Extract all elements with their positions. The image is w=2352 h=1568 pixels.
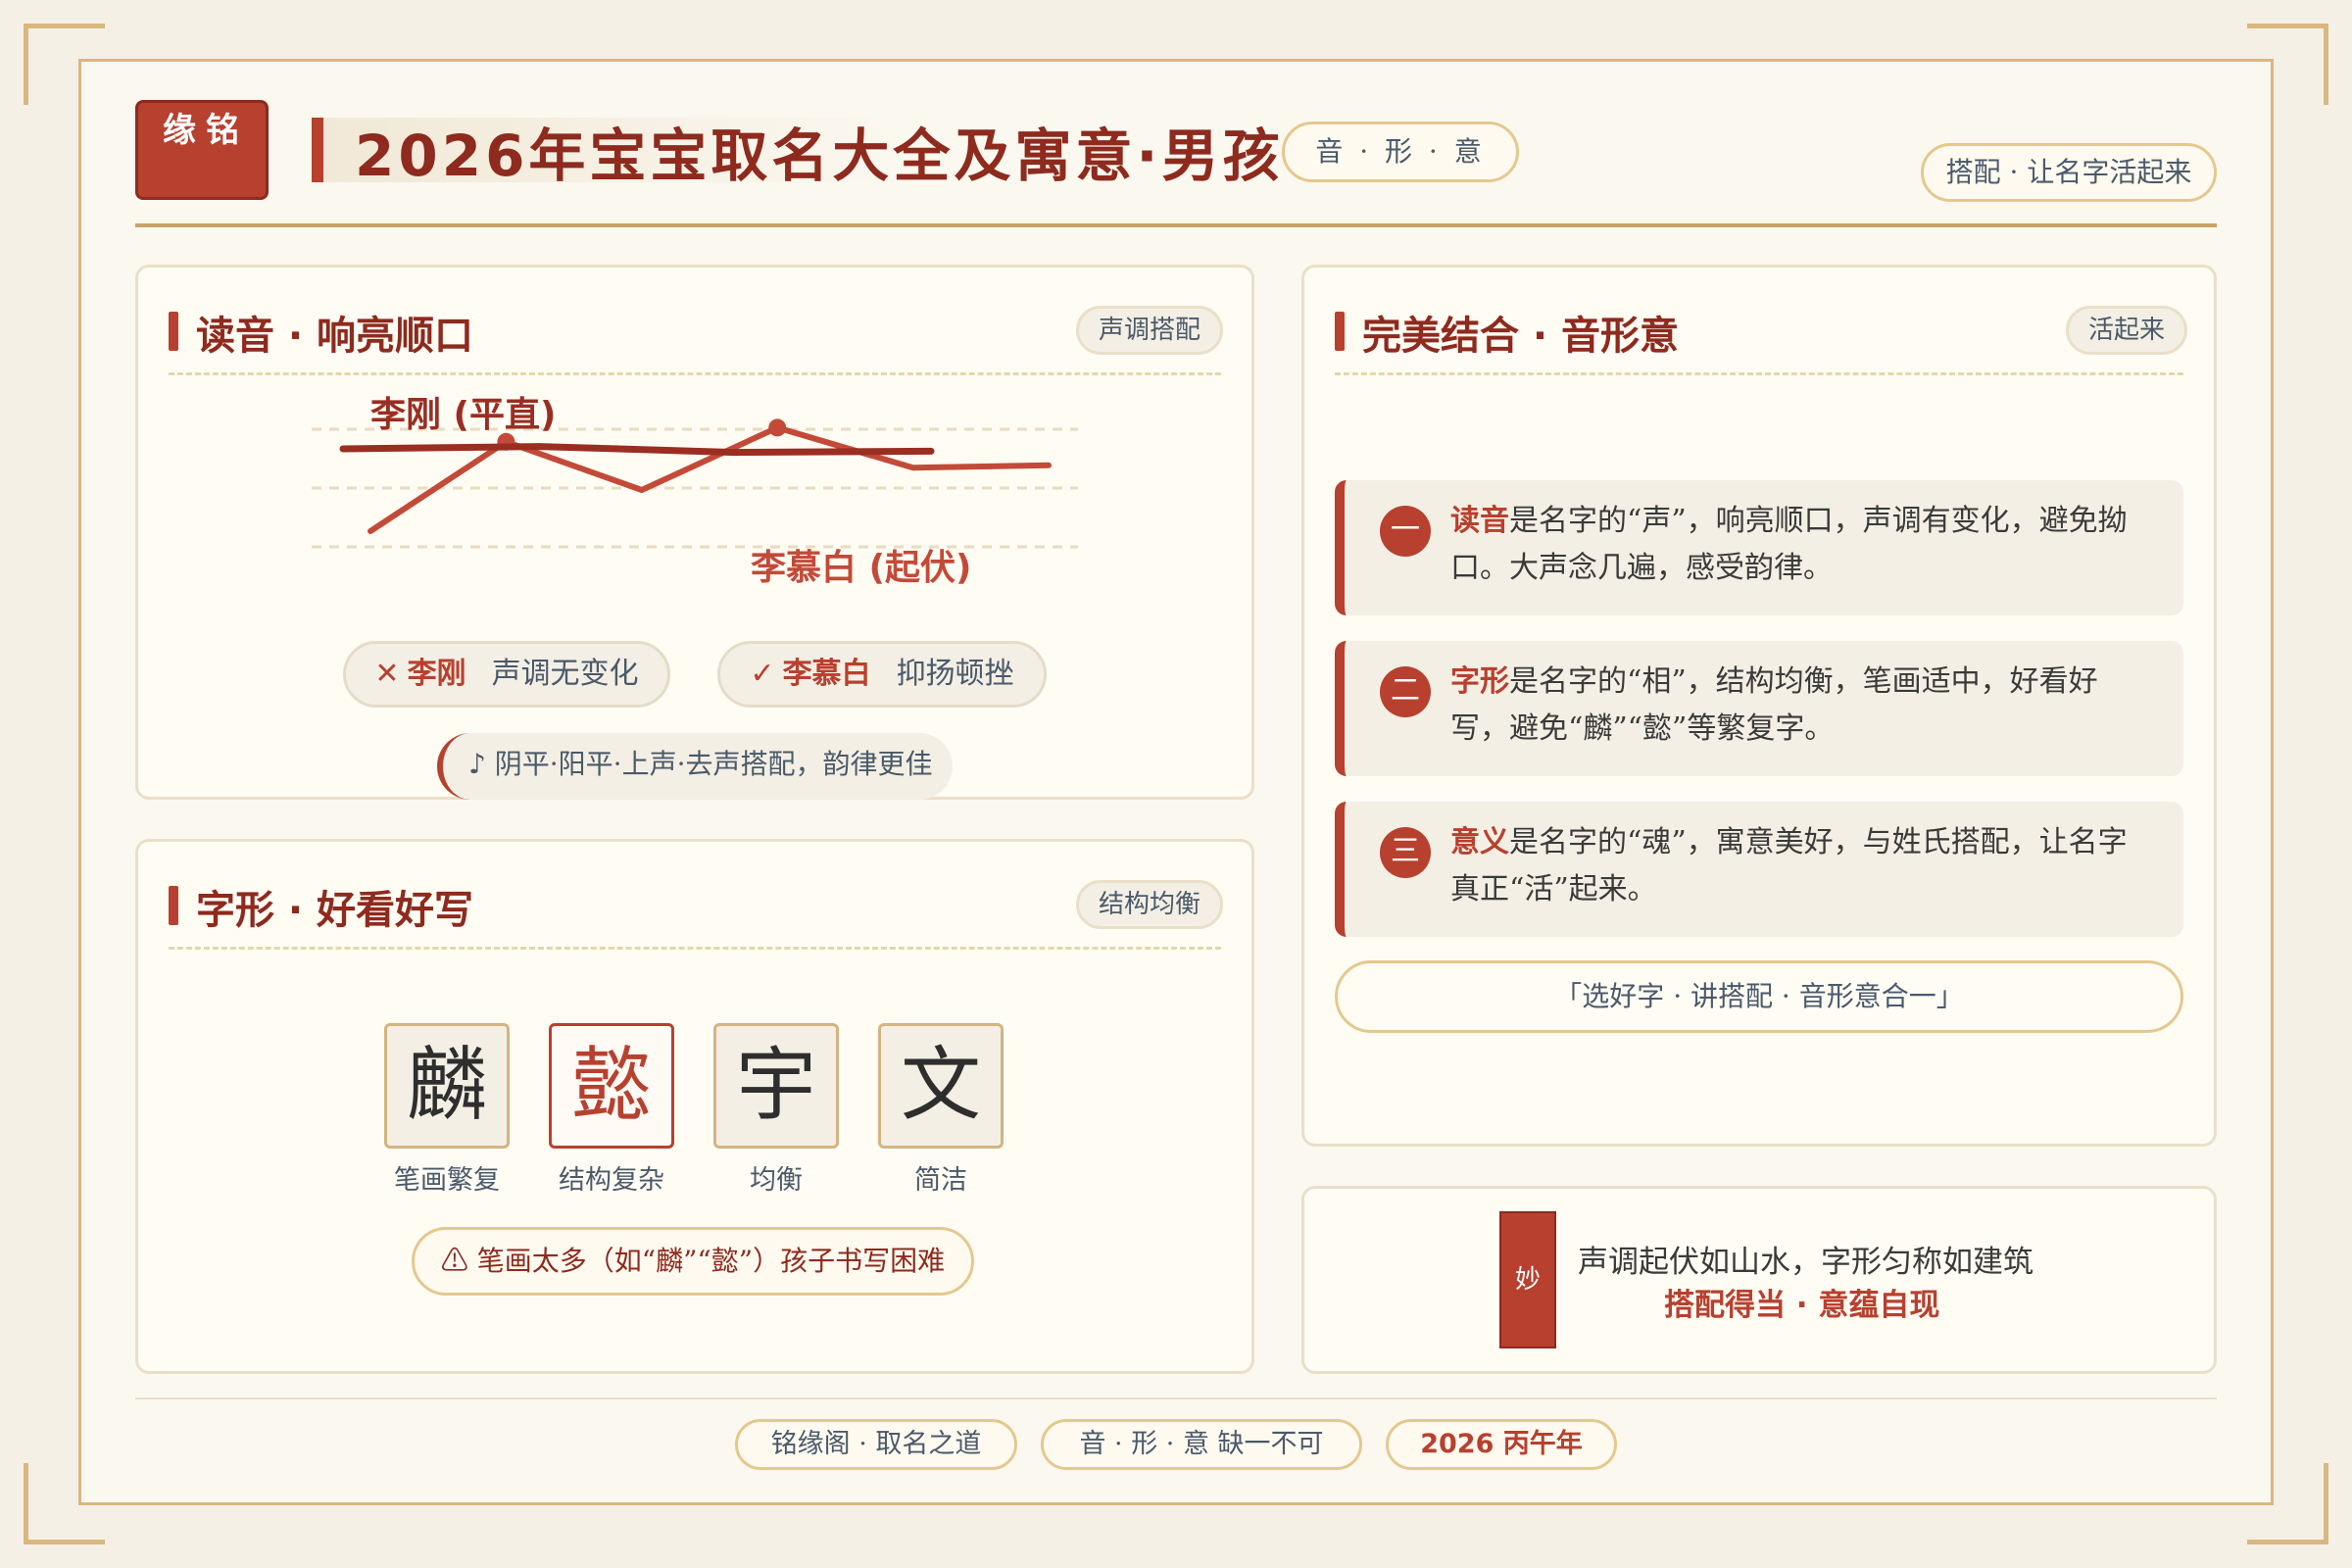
good-example-pill: ✓ 李慕白 抑扬顿挫 <box>717 641 1047 708</box>
header-divider <box>135 223 2217 227</box>
stroke-warning: ⚠ 笔画太多（如“麟”“懿”）孩子书写困难 <box>412 1227 974 1296</box>
glyph-caption: 均衡 <box>750 1165 803 1196</box>
summary-line-1: 声调起伏如山水，字形匀称如建筑 <box>1578 1245 2034 1280</box>
combination-tag: 活起来 <box>2066 306 2188 355</box>
summary-line-2: 搭配得当 · 意蕴自现 <box>1664 1288 1940 1323</box>
bad-example-desc: 声调无变化 <box>491 657 639 691</box>
item-keyword: 读音 <box>1450 504 1509 538</box>
bad-example-pill: ✕ 李刚 声调无变化 <box>343 641 670 708</box>
card-divider <box>169 947 1221 950</box>
card-divider <box>1335 372 2183 375</box>
pronunciation-title: 读音 · 响亮顺口 <box>196 314 474 359</box>
wavy-tone-line <box>368 424 1052 534</box>
card-divider <box>169 372 1221 375</box>
motto-pill: 「选好字 · 讲搭配 · 音形意合一」 <box>1335 960 2183 1033</box>
item-number-badge: 三 <box>1380 827 1431 878</box>
item-body: 是名字的“相”，结构均衡，笔画适中，好看好写，避免“麟”“懿”等繁复字。 <box>1450 664 2098 746</box>
card-title-accent <box>1335 312 1345 351</box>
item-number-badge: 二 <box>1380 666 1431 717</box>
header-right-pill: 搭配 · 让名字活起来 <box>1921 143 2217 202</box>
summary-seal: 妙 <box>1499 1211 1556 1348</box>
principle-item-shape: 二 字形是名字的“相”，结构均衡，笔画适中，好看好写，避免“麟”“懿”等繁复字。 <box>1335 641 2183 776</box>
shape-tag: 结构均衡 <box>1076 880 1224 929</box>
principle-item-pronunciation: 一 读音是名字的“声”，响亮顺口，声调有变化，避免拗口。大声念几遍，感受韵律。 <box>1335 480 2183 615</box>
footer-pill-brand: 铭缘阁 · 取名之道 <box>735 1419 1017 1470</box>
item-body: 是名字的“魂”，寓意美好，与姓氏搭配，让名字真正“活”起来。 <box>1450 825 2128 906</box>
shape-title: 字形 · 好看好写 <box>196 888 474 933</box>
card-title-accent <box>169 312 178 351</box>
rhythm-note: ♪ 阴平·阳平·上声·去声搭配，韵律更佳 <box>437 733 953 800</box>
item-text: 意义是名字的“魂”，寓意美好，与姓氏搭配，让名字真正“活”起来。 <box>1450 819 2156 913</box>
page-title: 2026年宝宝取名大全及寓意·男孩 <box>355 122 1284 189</box>
check-icon: ✓ <box>750 657 775 691</box>
item-text: 读音是名字的“声”，响亮顺口，声调有变化，避免拗口。大声念几遍，感受韵律。 <box>1450 498 2156 592</box>
glyph-tile-lin: 麟 <box>384 1023 510 1149</box>
wavy-series-label: 李慕白 (起伏) <box>751 548 972 588</box>
wavy-tone-line-point <box>768 418 787 437</box>
glyph-tile-wen: 文 <box>878 1023 1004 1149</box>
item-number-badge: 一 <box>1380 506 1431 557</box>
item-keyword: 意义 <box>1450 825 1509 859</box>
cross-icon: ✕ <box>374 657 400 691</box>
title-accent-bar <box>312 118 323 182</box>
footer-pill-principle: 音 · 形 · 意 缺一不可 <box>1041 1419 1362 1470</box>
glyph-tile-yu: 宇 <box>713 1023 839 1149</box>
brand-seal: 缘铭 <box>135 100 269 200</box>
glyph-tile-yi: 懿 <box>549 1023 674 1149</box>
item-body: 是名字的“声”，响亮顺口，声调有变化，避免拗口。大声念几遍，感受韵律。 <box>1450 504 2128 585</box>
glyph-caption: 结构复杂 <box>559 1165 664 1196</box>
good-example-name: 李慕白 <box>782 657 871 691</box>
glyph-caption: 笔画繁复 <box>394 1165 500 1196</box>
bad-example-name: 李刚 <box>407 657 466 691</box>
item-keyword: 字形 <box>1450 664 1509 699</box>
pronunciation-tag: 声调搭配 <box>1076 306 1224 355</box>
combination-title: 完美结合 · 音形意 <box>1362 314 1680 359</box>
principle-item-meaning: 三 意义是名字的“魂”，寓意美好，与姓氏搭配，让名字真正“活”起来。 <box>1335 802 2183 937</box>
glyph-caption: 简洁 <box>914 1165 967 1196</box>
good-example-desc: 抑扬顿挫 <box>896 657 1014 691</box>
footer-divider <box>135 1397 2217 1399</box>
flat-series-label: 李刚 (平直) <box>370 395 557 435</box>
card-title-accent <box>169 886 178 925</box>
item-text: 字形是名字的“相”，结构均衡，笔画适中，好看好写，避免“麟”“懿”等繁复字。 <box>1450 659 2156 753</box>
footer-pill-year: 2026 丙午年 <box>1386 1419 1617 1470</box>
header-pill: 音 · 形 · 意 <box>1282 122 1519 182</box>
